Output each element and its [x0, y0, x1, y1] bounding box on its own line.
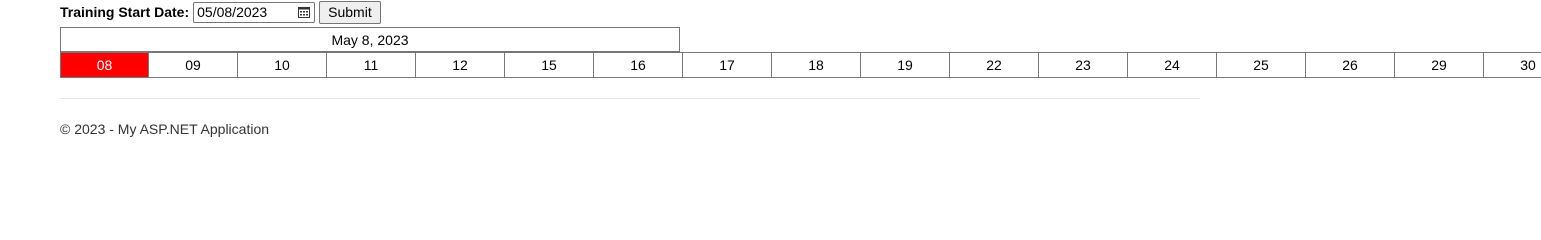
- training-start-form: Training Start Date: 05/08/2023 Submit: [60, 0, 381, 24]
- calendar-day-selected[interactable]: 08: [60, 52, 149, 78]
- submit-button[interactable]: Submit: [319, 0, 381, 24]
- calendar-day-cell[interactable]: 30: [1484, 52, 1541, 78]
- calendar-icon[interactable]: [298, 6, 311, 18]
- calendar-day-cell[interactable]: 29: [1395, 52, 1484, 78]
- calendar-day-cell[interactable]: 25: [1217, 52, 1306, 78]
- calendar-day-cell[interactable]: 12: [416, 52, 505, 78]
- calendar-month-header: May 8, 2023: [60, 27, 680, 52]
- calendar-day-cell[interactable]: 22: [950, 52, 1039, 78]
- calendar-day-cell[interactable]: 17: [683, 52, 772, 78]
- date-input-value[interactable]: 05/08/2023: [197, 4, 298, 20]
- footer-divider: [60, 98, 1200, 99]
- calendar-day-cell[interactable]: 23: [1039, 52, 1128, 78]
- calendar-day-cell[interactable]: 15: [505, 52, 594, 78]
- calendar-day-cell[interactable]: 26: [1306, 52, 1395, 78]
- calendar-days-row: 08 09 10 11 12 15 16 17 18 19 22 23 24 25 26 29 30: [60, 52, 1541, 78]
- calendar-day-cell[interactable]: 09: [149, 52, 238, 78]
- calendar-day-cell[interactable]: 16: [594, 52, 683, 78]
- calendar-day-cell[interactable]: 19: [861, 52, 950, 78]
- calendar-day-cell[interactable]: 18: [772, 52, 861, 78]
- footer-copyright: © 2023 - My ASP.NET Application: [60, 121, 270, 137]
- calendar-day-cell[interactable]: 24: [1128, 52, 1217, 78]
- training-start-date-label: Training Start Date:: [60, 4, 190, 20]
- training-start-date-input[interactable]: 05/08/2023: [193, 1, 316, 23]
- calendar-day-cell[interactable]: 11: [327, 52, 416, 78]
- calendar-day-cell[interactable]: 10: [238, 52, 327, 78]
